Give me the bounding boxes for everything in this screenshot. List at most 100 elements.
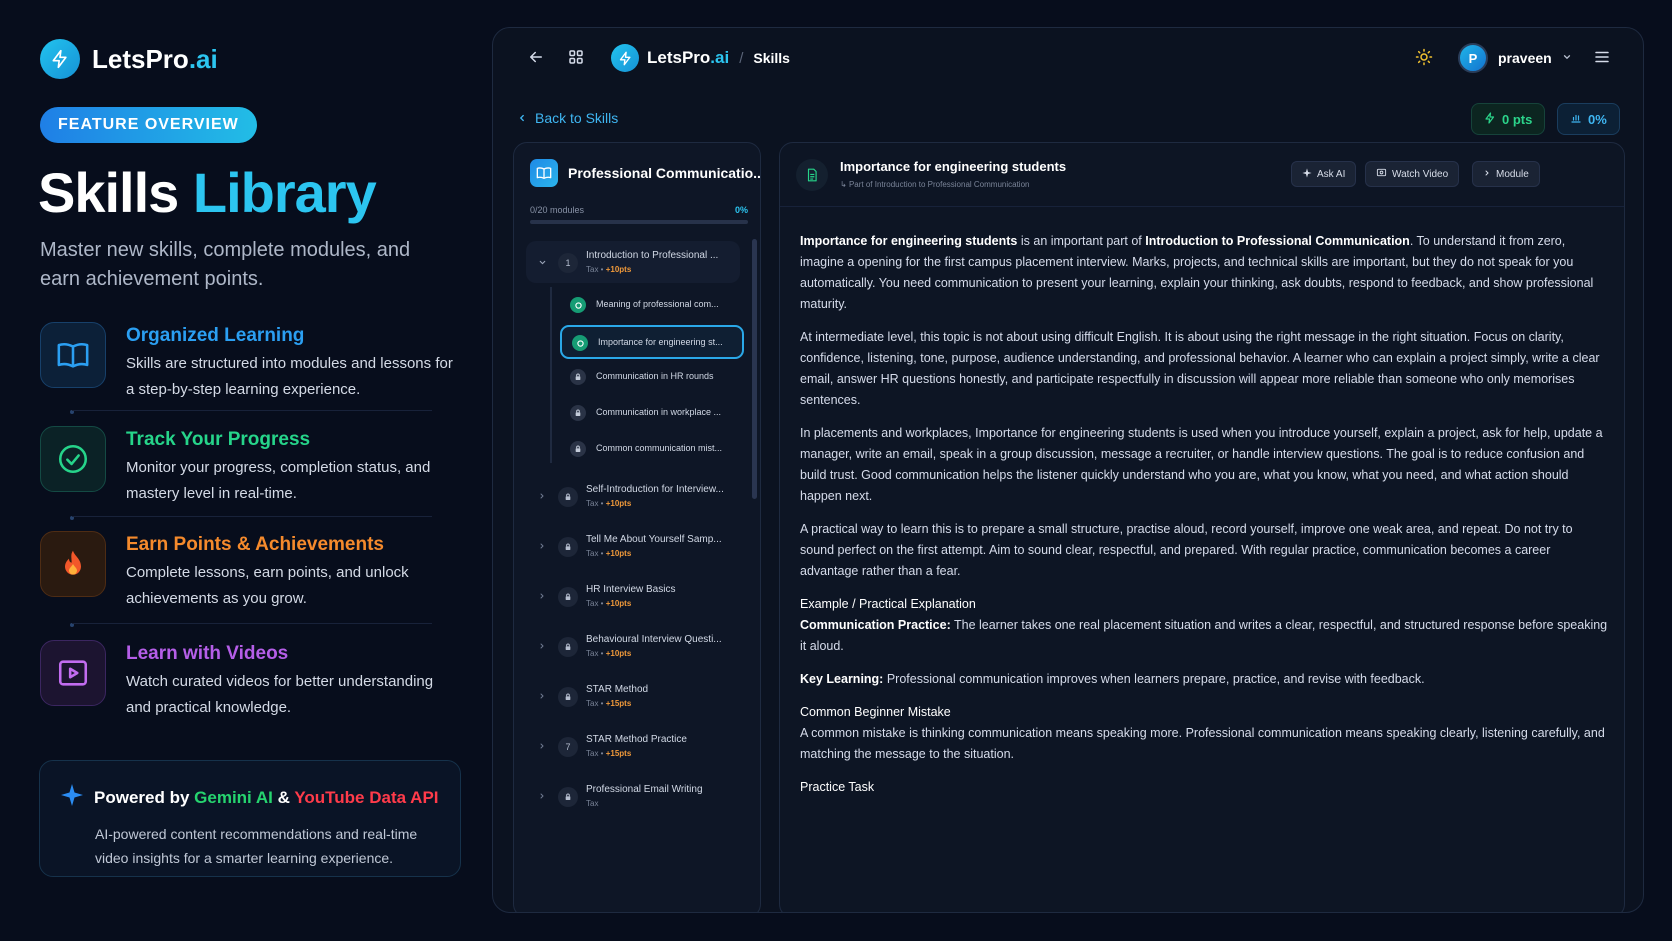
check-circle-icon <box>572 335 588 351</box>
chevron-left-icon <box>517 110 527 126</box>
user-menu[interactable]: P praveen <box>1458 43 1572 73</box>
lock-icon <box>570 369 586 385</box>
watch-video-button[interactable]: Watch Video <box>1365 161 1460 187</box>
powered-by-card: Powered by Gemini AI & YouTube Data API … <box>39 760 461 877</box>
module-button[interactable]: Module <box>1472 161 1540 187</box>
breadcrumb-skills[interactable]: Skills <box>753 50 790 66</box>
bar-chart-icon <box>1570 112 1582 127</box>
progress-badge: 0% <box>1557 103 1620 135</box>
topbar-brand-name: LetsPro.ai <box>647 48 730 67</box>
module-meta: Tax <box>586 799 599 808</box>
lesson-item[interactable]: Importance for engineering st... <box>560 325 744 359</box>
practice-task-heading: Practice Task <box>800 780 875 794</box>
sparkle-icon <box>1302 167 1312 181</box>
bolt-icon <box>40 39 80 79</box>
feature-desc: Skills are structured into modules and l… <box>126 355 453 398</box>
document-icon <box>796 159 828 191</box>
points-badge: 0 pts <box>1471 103 1546 135</box>
lesson-item[interactable]: Communication in HR rounds <box>560 361 744 395</box>
sun-icon[interactable] <box>1415 48 1433 71</box>
module-row[interactable]: Self-Introduction for Interview... Tax • … <box>528 481 742 521</box>
module-row[interactable]: 7 STAR Method Practice Tax • +15pts <box>528 731 742 771</box>
hero-title: Skills Library <box>38 161 377 224</box>
feature-learn-videos: Learn with Videos Watch curated videos f… <box>40 640 460 721</box>
module-title: Introduction to Professional ... <box>586 250 719 261</box>
module-title: STAR Method Practice <box>586 734 687 745</box>
lock-icon <box>570 441 586 457</box>
example-text: Communication Practice: The learner take… <box>800 618 1608 653</box>
module-number: 7 <box>558 737 578 757</box>
module-row[interactable]: STAR Method Tax • +15pts <box>528 681 742 721</box>
chevron-down-icon <box>538 258 547 270</box>
topbar-brand[interactable]: LetsPro.ai / Skills <box>611 44 790 72</box>
module-row[interactable]: Behavioural Interview Questi... Tax • +10… <box>528 631 742 671</box>
module-meta: Tax • +10pts <box>586 265 632 274</box>
module-meta: Tax • +15pts <box>586 749 632 758</box>
lock-icon <box>558 687 578 707</box>
paragraph-placements: In placements and workplaces, Importance… <box>800 426 1603 503</box>
user-name: praveen <box>1498 50 1552 66</box>
ask-ai-button[interactable]: Ask AI <box>1291 161 1357 187</box>
avatar: P <box>1458 43 1488 73</box>
key-learning: Key Learning: Professional communication… <box>800 672 1425 686</box>
video-icon <box>1376 167 1387 181</box>
chevron-right-icon <box>538 692 546 703</box>
mistake-text: A common mistake is thinking communicati… <box>800 726 1605 761</box>
lesson-title: Communication in workplace ... <box>596 407 722 417</box>
play-icon <box>40 640 106 706</box>
flame-icon <box>40 531 106 597</box>
lesson-item[interactable]: Common communication mist... <box>560 433 744 467</box>
sparkle-icon <box>60 783 84 812</box>
lock-icon <box>558 587 578 607</box>
module-meta: Tax • +15pts <box>586 699 632 708</box>
top-bar: LetsPro.ai / Skills P praveen <box>493 28 1643 90</box>
chevron-down-icon <box>1562 49 1572 67</box>
chevron-right-icon <box>538 542 546 553</box>
back-to-skills-link[interactable]: Back to Skills <box>517 110 618 126</box>
feature-title: Track Your Progress <box>126 429 311 450</box>
lock-icon <box>558 537 578 557</box>
lesson-title: Importance for engineering st... <box>598 337 723 347</box>
menu-icon[interactable] <box>1593 48 1611 71</box>
hero-subtitle: Master new skills, complete modules, and… <box>40 239 411 290</box>
bolt-icon <box>1484 111 1496 127</box>
lesson-header: Importance for engineering students ↳ Pa… <box>780 143 1624 207</box>
sidebar-header: Professional Communicatio... <box>530 159 760 187</box>
lesson-content: Importance for engineering students ↳ Pa… <box>779 142 1625 912</box>
paragraph-intro: Importance for engineering students is a… <box>800 234 1594 311</box>
breadcrumb-separator: / <box>739 49 744 67</box>
app-window: LetsPro.ai / Skills P praveen Back to Sk… <box>492 27 1644 913</box>
chevron-right-icon <box>1483 169 1491 180</box>
module-row[interactable]: Tell Me About Yourself Samp... Tax • +10p… <box>528 531 742 571</box>
lesson-item[interactable]: Communication in workplace ... <box>560 397 744 431</box>
chevron-right-icon <box>538 792 546 803</box>
mistake-heading: Common Beginner Mistake <box>800 705 951 719</box>
feature-desc: Watch curated videos for better understa… <box>126 673 434 716</box>
lesson-body: Importance for engineering students is a… <box>800 231 1610 798</box>
grid-icon[interactable] <box>567 48 585 71</box>
feature-title: Organized Learning <box>126 325 305 346</box>
brand-name: LetsPro.ai <box>92 43 218 74</box>
module-title: Professional Email Writing <box>586 784 703 795</box>
module-title: STAR Method <box>586 684 649 695</box>
feature-desc: Monitor your progress, completion status… <box>126 459 431 502</box>
brand: LetsPro.ai <box>40 39 218 79</box>
module-title: HR Interview Basics <box>586 584 676 595</box>
module-meta: Tax • +10pts <box>586 499 632 508</box>
feature-organized-learning: Organized Learning Skills are structured… <box>40 322 460 403</box>
module-row[interactable]: HR Interview Basics Tax • +10pts <box>528 581 742 621</box>
paragraph-intermediate: At intermediate level, this topic is not… <box>800 330 1600 407</box>
module-row[interactable]: 1 Introduction to Professional ... Tax •… <box>528 247 742 287</box>
sidebar-scrollbar[interactable] <box>752 239 757 499</box>
sidebar-progress: 0/20 modules 0% <box>530 205 748 215</box>
module-title: Tell Me About Yourself Samp... <box>586 534 722 545</box>
lesson-title: Communication in HR rounds <box>596 371 714 381</box>
module-row[interactable]: Professional Email Writing Tax <box>528 781 742 821</box>
module-sidebar: Professional Communicatio... 0/20 module… <box>513 142 761 912</box>
book-icon <box>40 322 106 388</box>
lesson-item[interactable]: Meaning of professional com... <box>560 289 744 323</box>
feature-overview-pill: FEATURE OVERVIEW <box>40 107 257 143</box>
paragraph-practical: A practical way to learn this is to prep… <box>800 522 1573 578</box>
check-circle-icon <box>40 426 106 492</box>
back-arrow-icon[interactable] <box>527 48 545 71</box>
